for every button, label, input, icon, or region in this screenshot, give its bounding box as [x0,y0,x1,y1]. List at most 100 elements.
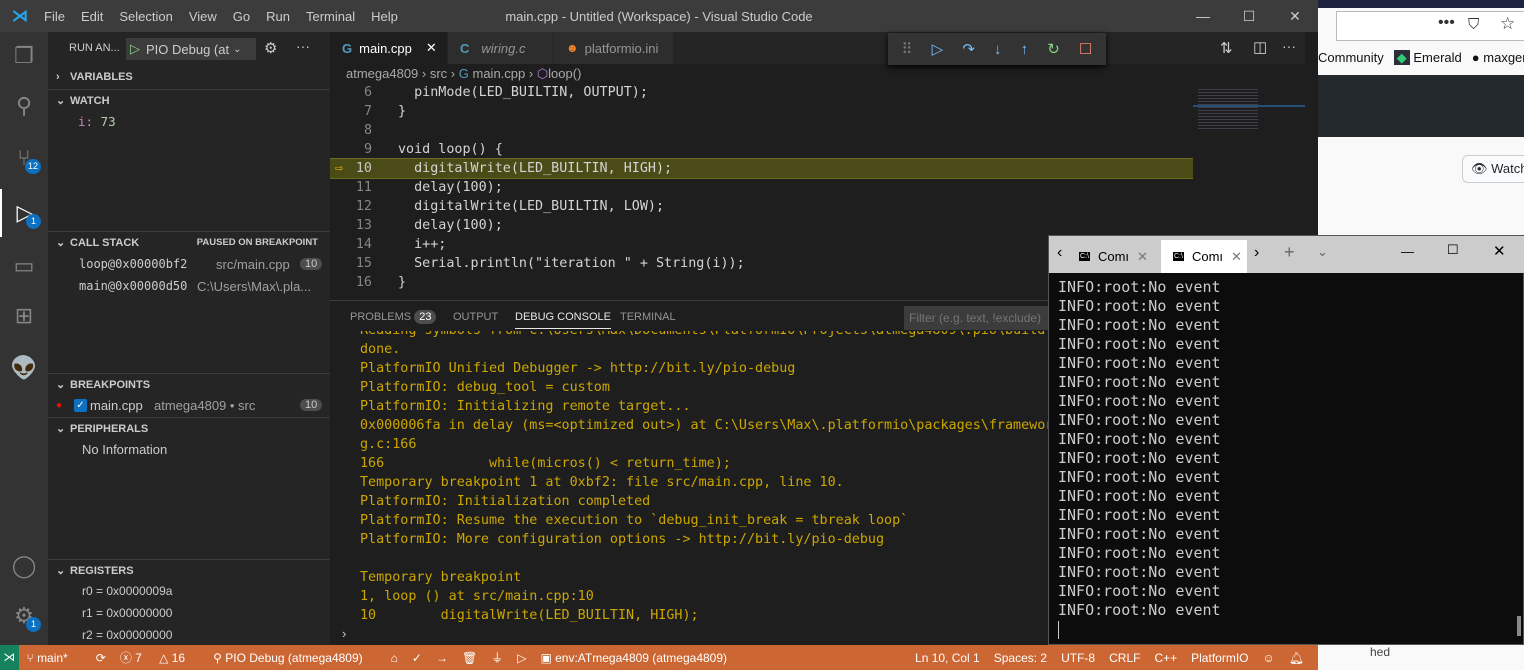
tab-terminal[interactable]: TERMINAL [620,311,676,323]
registers-section[interactable]: ⌄ REGISTERS [48,559,330,581]
dropdown-icon[interactable]: ⌄ [1317,244,1328,260]
menu-edit[interactable]: Edit [73,9,111,24]
watch-section[interactable]: ⌄ WATCH [48,89,330,111]
branch-item[interactable]: ⑂ main* [27,651,82,665]
feedback-icon[interactable]: ☺ [1263,651,1275,665]
bookmark-emerald[interactable]: ◆ Emerald [1393,50,1462,66]
pocket-icon[interactable]: ⛉ [1468,16,1479,33]
continue-icon[interactable]: ▷ [932,40,944,58]
menu-terminal[interactable]: Terminal [298,9,363,24]
step-into-icon[interactable]: ↓ [994,41,1002,58]
breadcrumb-item[interactable]: src [430,66,447,81]
register-row[interactable]: r1 = 0x00000000 [48,602,330,624]
minimize-button[interactable]: — [1401,244,1414,259]
step-over-icon[interactable]: ↷ [962,40,975,58]
tab-output[interactable]: OUTPUT [453,311,498,323]
breadcrumb-item[interactable]: loop() [548,66,581,81]
breadcrumb-item[interactable]: atmega4809 [346,66,418,81]
watch-item[interactable]: i: 73 [48,110,330,132]
more-actions-icon[interactable]: ··· [1282,38,1296,54]
remote-icon[interactable]: ⋊ [0,645,19,670]
breadcrumb-item[interactable]: main.cpp [473,66,526,81]
close-button[interactable]: ✕ [1493,242,1506,260]
maximize-button[interactable]: ☐ [1447,242,1459,258]
code-line[interactable]: 7} [330,102,1193,121]
address-bar[interactable] [1336,11,1524,41]
more-actions-icon[interactable]: ··· [296,38,310,54]
more-icon[interactable]: ••• [1438,14,1455,32]
stack-frame[interactable]: main@0x00000d50 C:\Users\Max\.pla... [48,275,330,297]
code-line[interactable]: 13 delay(100); [330,216,1193,235]
tab-problems[interactable]: PROBLEMS 23 [350,310,437,324]
compare-icon[interactable]: ⇅ [1220,39,1233,57]
sync-icon[interactable]: ⟳ [96,651,106,665]
variables-section[interactable]: › VARIABLES [48,66,330,88]
bookmark-community[interactable]: Community [1318,50,1384,66]
gear-icon[interactable]: ⚙ [264,39,277,57]
terminal-tab-active[interactable]: C:\ Comı ✕ [1161,240,1247,273]
serial-monitor-icon[interactable]: ⏚ [491,649,503,666]
watch-button[interactable]: 👁 Watch [1462,155,1524,183]
close-tab-icon[interactable]: ✕ [1231,249,1242,265]
register-row[interactable]: r0 = 0x0000009a [48,580,330,602]
remote-explorer-icon[interactable]: ▭ [0,242,48,290]
line-ending[interactable]: CRLF [1109,651,1140,665]
extensions-icon[interactable]: ⊞ [0,292,48,340]
menu-file[interactable]: File [36,9,73,24]
scroll-tabs-left-icon[interactable]: ‹ [1057,244,1062,262]
step-out-icon[interactable]: ↑ [1021,41,1029,58]
tab-wiring-c[interactable]: Cwiring.c [448,32,554,64]
code-line[interactable]: 6 pinMode(LED_BUILTIN, OUTPUT); [330,83,1193,102]
debug-config-select[interactable]: ▷ PIO Debug (at ⌄ [126,38,256,60]
debug-item[interactable]: ⚲ PIO Debug (atmega4809) [213,651,377,665]
filter-input[interactable] [904,306,1054,330]
code-line[interactable]: 11 delay(100); [330,178,1193,197]
code-line[interactable]: 12 digitalWrite(LED_BUILTIN, LOW); [330,197,1193,216]
stop-icon[interactable]: ☐ [1079,40,1092,58]
menu-selection[interactable]: Selection [111,9,180,24]
code-line[interactable]: 10 digitalWrite(LED_BUILTIN, HIGH); ⇨ [330,158,1194,179]
close-tab-icon[interactable]: ✕ [426,40,437,56]
breakpoints-section[interactable]: ⌄ BREAKPOINTS [48,373,330,395]
cursor-position[interactable]: Ln 10, Col 1 [915,651,980,665]
terminal-output[interactable]: INFO:root:No event INFO:root:No event INFO… [1049,278,1509,638]
menu-help[interactable]: Help [363,9,406,24]
close-button[interactable]: ✕ [1272,0,1318,32]
account-icon[interactable]: ◯ [0,542,48,590]
clean-icon[interactable]: 🗑 [462,651,477,665]
code-line[interactable]: 8 [330,121,1193,140]
tab-debug-console[interactable]: DEBUG CONSOLE [515,311,611,329]
menu-view[interactable]: View [181,9,225,24]
terminal-icon[interactable]: ▷ [517,651,526,665]
split-editor-icon[interactable]: ◫ [1253,38,1267,56]
tab-main-cpp[interactable]: Gmain.cpp ✕ [330,32,448,64]
notifications-bell-icon[interactable]: 🔔︎ [1289,651,1304,665]
source-control-icon[interactable]: ⑂ 12 [0,134,48,182]
start-debug-icon[interactable]: ▷ [130,41,140,57]
platformio-item[interactable]: PlatformIO [1191,651,1248,665]
build-icon[interactable]: ✓ [412,651,422,665]
star-icon[interactable]: ☆ [1500,14,1515,34]
scroll-tabs-right-icon[interactable]: › [1254,244,1259,262]
breakpoint-checkbox[interactable]: ✓ [74,398,87,412]
console-prompt-icon[interactable]: › [342,626,346,641]
drag-handle-icon[interactable]: ⠿ [902,40,913,58]
register-row[interactable]: r2 = 0x00000000 [48,624,330,646]
language-mode[interactable]: C++ [1154,651,1177,665]
menu-go[interactable]: Go [225,9,258,24]
restart-icon[interactable]: ↻ [1047,40,1060,58]
call-stack-section[interactable]: ⌄ CALL STACK PAUSED ON BREAKPOINT [48,231,330,253]
env-item[interactable]: ▣ env:ATmega4809 (atmega4809) [540,651,741,665]
search-icon[interactable]: ⚲ [0,82,48,130]
code-line[interactable]: 9 void loop() { [330,140,1193,159]
scrollbar[interactable] [1517,616,1521,636]
close-tab-icon[interactable]: ✕ [1137,249,1148,265]
maximize-button[interactable]: ☐ [1226,0,1272,32]
upload-icon[interactable]: → [436,651,448,665]
platformio-icon[interactable]: 👽 [0,344,48,392]
breakpoint-item[interactable]: ● ✓ main.cpp atmega4809 • src 10 [48,394,330,416]
problems-item[interactable]: ⓧ 7 △ 16 [120,649,199,666]
bookmark-github[interactable]: ● maxger [1472,50,1524,66]
terminal-tab[interactable]: C:\ Comı ✕ [1075,240,1161,273]
peripherals-section[interactable]: ⌄ PERIPHERALS [48,417,330,439]
